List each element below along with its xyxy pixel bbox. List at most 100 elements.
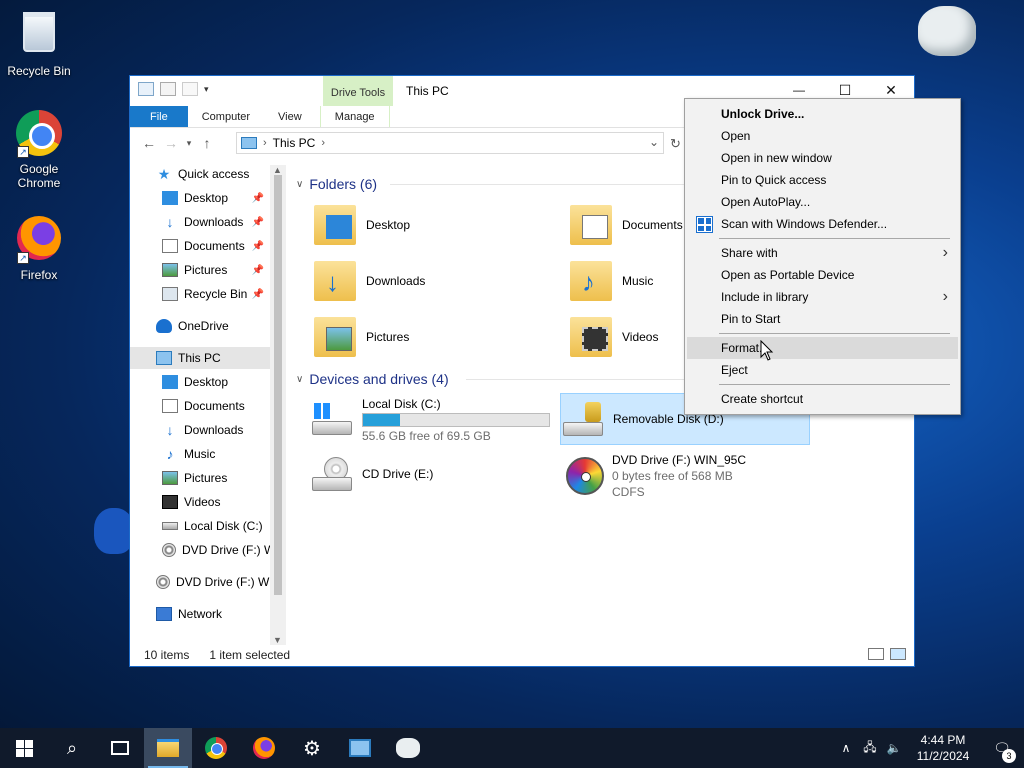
action-center-button[interactable]: 🗨 3	[980, 740, 1024, 763]
nav-item-quick-access[interactable]: ★ Quick access	[130, 163, 270, 185]
nav-item-label: Pictures	[184, 263, 228, 277]
taskbar-settings[interactable]: ⚙	[288, 728, 336, 768]
desktop-icon-firefox[interactable]: ↗ Firefox	[0, 216, 78, 282]
notification-count-badge: 3	[1002, 748, 1016, 763]
drive-tools-label: Drive Tools	[323, 76, 393, 106]
taskbar-app[interactable]	[336, 728, 384, 768]
dvd-drive-icon	[560, 453, 604, 497]
nav-pane-scrollbar[interactable]: ▲ ▼	[270, 165, 286, 645]
videos-icon	[162, 495, 178, 509]
menu-item-label: Open as Portable Device	[721, 268, 855, 282]
clock[interactable]: 4:44 PM 11/2/2024	[906, 732, 980, 764]
tab-view[interactable]: View	[264, 106, 316, 127]
folder-pictures[interactable]: Pictures	[314, 313, 574, 361]
nav-item-desktop[interactable]: Desktop 📌	[130, 187, 270, 209]
nav-item-pictures[interactable]: Pictures 📌	[130, 259, 270, 281]
chevron-down-icon[interactable]: ▾	[204, 84, 209, 95]
nav-item-onedrive[interactable]: OneDrive	[130, 315, 270, 337]
drive-local-disk-c[interactable]: Local Disk (C:) 55.6 GB free of 69.5 GB	[310, 393, 560, 445]
menu-item-unlock-drive[interactable]: Unlock Drive...	[687, 103, 958, 125]
tab-file[interactable]: File	[130, 106, 188, 127]
tab-computer[interactable]: Computer	[188, 106, 264, 127]
nav-item-documents[interactable]: Documents	[130, 395, 270, 417]
show-hidden-icons-chevron-icon[interactable]: ∧	[834, 741, 858, 755]
large-icons-view-icon[interactable]	[890, 648, 906, 660]
folders-group-header[interactable]: ∨ Folders (6)	[296, 173, 377, 195]
address-dropdown-icon[interactable]: ⌄	[649, 135, 659, 149]
pictures-icon	[162, 263, 178, 277]
nav-item-network[interactable]: Network	[130, 603, 270, 625]
pin-icon: 📌	[251, 216, 264, 228]
search-button[interactable]: ⌕	[48, 728, 96, 768]
network-icon[interactable]: 🖧	[858, 738, 882, 759]
documents-icon	[162, 239, 178, 253]
up-arrow-icon[interactable]: ↑	[196, 135, 218, 151]
new-folder-icon[interactable]	[182, 82, 198, 96]
submenu-arrow-icon: ›	[942, 288, 948, 305]
nav-item-documents[interactable]: Documents 📌	[130, 235, 270, 257]
properties-icon[interactable]	[160, 82, 176, 96]
pin-icon: 📌	[251, 240, 264, 252]
drive-dvd-f[interactable]: DVD Drive (F:) WIN_95C 0 bytes free of 5…	[560, 449, 810, 501]
search-icon: ⌕	[66, 737, 78, 758]
item-count: 10 items	[144, 648, 190, 662]
nav-item-dvd-drive[interactable]: DVD Drive (F:) W	[130, 539, 275, 561]
desktop-icon-recycle-bin[interactable]: Recycle Bin	[0, 8, 78, 78]
nav-item-desktop[interactable]: Desktop	[130, 371, 270, 393]
volume-icon[interactable]: 🔈	[882, 741, 906, 755]
menu-item-include-in-library[interactable]: Include in library ›	[687, 286, 958, 308]
nav-item-label: OneDrive	[178, 319, 229, 333]
nav-item-recycle-bin[interactable]: Recycle Bin 📌	[130, 283, 270, 305]
bear-mascot-icon[interactable]	[918, 6, 976, 56]
menu-item-format[interactable]: Format...	[687, 337, 958, 359]
address-bar[interactable]: › This PC › ⌄	[236, 132, 664, 154]
tab-manage[interactable]: Manage	[319, 106, 390, 127]
drive-cd-e[interactable]: CD Drive (E:)	[310, 449, 560, 501]
menu-item-pin-to-quick-access[interactable]: Pin to Quick access	[687, 169, 958, 191]
nav-item-downloads[interactable]: ↓ Downloads 📌	[130, 211, 270, 233]
nav-item-pictures[interactable]: Pictures	[130, 467, 270, 489]
menu-item-share-with[interactable]: Share with ›	[687, 242, 958, 264]
back-arrow-icon[interactable]: ←	[138, 135, 160, 151]
scroll-up-icon[interactable]: ▲	[273, 165, 282, 175]
menu-item-scan-with-windows-defender[interactable]: Scan with Windows Defender...	[687, 213, 958, 235]
nav-item-this-pc[interactable]: This PC	[130, 347, 270, 369]
nav-item-dvd-drive-root[interactable]: DVD Drive (F:) WIN	[130, 571, 281, 593]
menu-item-eject[interactable]: Eject	[687, 359, 958, 381]
recent-locations-chevron-icon[interactable]: ▾	[182, 138, 196, 149]
settings-icon: ⚙	[303, 737, 321, 760]
devices-group-header[interactable]: ∨ Devices and drives (4)	[296, 368, 449, 390]
menu-item-open-in-new-window[interactable]: Open in new window	[687, 147, 958, 169]
nav-item-label: This PC	[178, 351, 221, 365]
menu-item-pin-to-start[interactable]: Pin to Start	[687, 308, 958, 330]
nav-item-music[interactable]: ♪ Music	[130, 443, 270, 465]
details-view-icon[interactable]	[868, 648, 884, 660]
chevron-down-icon: ∨	[296, 178, 304, 190]
view-toggle	[868, 648, 906, 660]
folder-downloads[interactable]: ↓ Downloads	[314, 257, 574, 305]
nav-item-videos[interactable]: Videos	[130, 491, 270, 513]
menu-item-create-shortcut[interactable]: Create shortcut	[687, 388, 958, 410]
pc-icon[interactable]	[138, 82, 154, 96]
start-button[interactable]	[0, 728, 48, 768]
folder-desktop[interactable]: Desktop	[314, 201, 574, 249]
chevron-down-icon: ∨	[296, 373, 304, 385]
desktop-icon-chrome[interactable]: ↗ Google Chrome	[0, 110, 78, 190]
refresh-icon[interactable]: ↻	[670, 136, 681, 152]
taskbar-file-explorer[interactable]	[144, 728, 192, 768]
taskbar-firefox[interactable]	[240, 728, 288, 768]
menu-item-open[interactable]: Open	[687, 125, 958, 147]
scrollbar-thumb[interactable]	[274, 175, 282, 595]
task-view-button[interactable]	[96, 728, 144, 768]
menu-item-open-as-portable-device[interactable]: Open as Portable Device	[687, 264, 958, 286]
taskbar-chrome[interactable]	[192, 728, 240, 768]
pictures-icon	[162, 471, 178, 485]
system-tray: ∧ 🖧 🔈 4:44 PM 11/2/2024 🗨 3	[834, 728, 1024, 768]
taskbar-bear-app[interactable]	[384, 728, 432, 768]
desktop-icon-label: Firefox	[20, 268, 58, 282]
nav-item-local-disk[interactable]: Local Disk (C:)	[130, 515, 270, 537]
menu-item-open-autoplay[interactable]: Open AutoPlay...	[687, 191, 958, 213]
nav-item-downloads[interactable]: ↓ Downloads	[130, 419, 270, 441]
forward-arrow-icon[interactable]: →	[160, 135, 182, 151]
breadcrumb[interactable]: This PC	[273, 136, 316, 150]
